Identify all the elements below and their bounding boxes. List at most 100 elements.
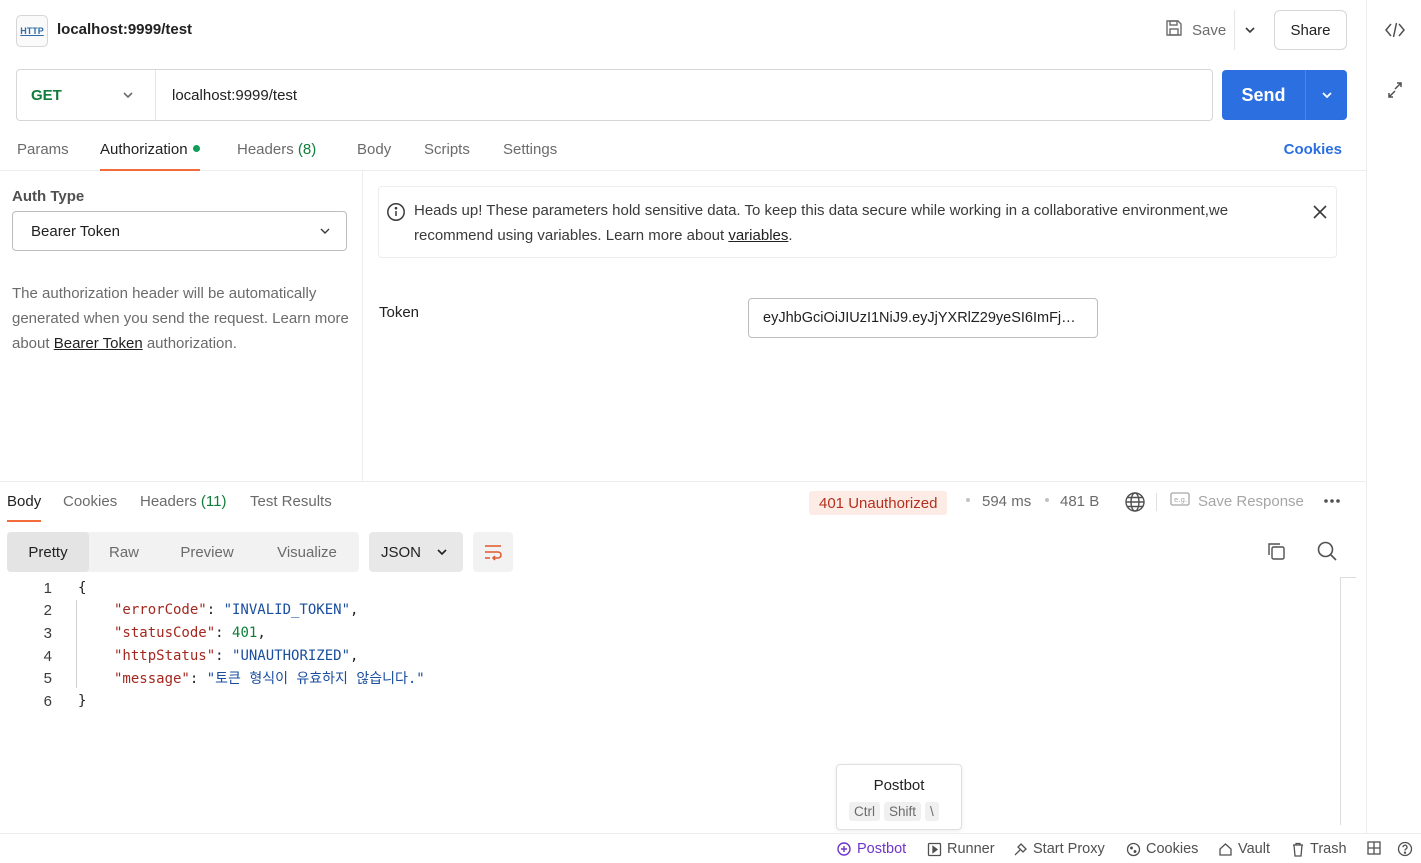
close-icon[interactable]: [1310, 202, 1330, 222]
key-backslash: \: [925, 802, 939, 821]
view-pretty[interactable]: Pretty: [7, 532, 89, 572]
response-tab-cookies[interactable]: Cookies: [63, 493, 117, 522]
response-body-code[interactable]: 1 { 2 "errorCode": "INVALID_TOKEN", 3 "s…: [0, 577, 1340, 827]
auth-type-label: Auth Type: [12, 188, 85, 205]
method-select[interactable]: GET: [17, 70, 156, 120]
view-raw[interactable]: Raw: [89, 532, 159, 572]
chevron-down-icon: [123, 92, 133, 99]
response-view-switcher: Pretty Raw Preview Visualize: [7, 532, 359, 572]
save-button[interactable]: Save: [1158, 10, 1232, 50]
trash-button[interactable]: Trash: [1291, 841, 1347, 857]
indent-guide: [76, 600, 77, 688]
tab-settings[interactable]: Settings: [503, 141, 557, 171]
url-input[interactable]: [156, 70, 1212, 120]
save-response-button[interactable]: e.g. Save Response: [1170, 491, 1304, 511]
tab-headers[interactable]: Headers (8): [237, 141, 316, 171]
save-icon: [1164, 18, 1184, 42]
view-preview[interactable]: Preview: [159, 532, 255, 572]
trash-icon: [1293, 842, 1303, 857]
help-icon[interactable]: [1397, 841, 1413, 857]
cookies-link[interactable]: Cookies: [1284, 141, 1342, 158]
json-key: "httpStatus": [114, 648, 216, 664]
json-value: "INVALID_TOKEN": [223, 602, 351, 618]
view-visualize[interactable]: Visualize: [255, 532, 359, 572]
proxy-icon: [1014, 842, 1027, 855]
example-icon: e.g.: [1170, 491, 1190, 511]
tab-headers-count: (8): [297, 141, 317, 158]
share-button[interactable]: Share: [1274, 10, 1347, 50]
runner-label: Runner: [947, 841, 995, 857]
status-bar: Postbot Runner Start Proxy Cookies Vault…: [0, 833, 1421, 863]
response-time[interactable]: 594 ms: [982, 493, 1031, 510]
more-options-icon[interactable]: [1322, 492, 1342, 513]
code-text: "errorCode": "INVALID_TOKEN",: [114, 602, 359, 618]
json-value: 401: [232, 625, 258, 641]
auth-description: The authorization header will be automat…: [12, 281, 352, 356]
send-options-dropdown[interactable]: [1306, 70, 1347, 120]
info-icon: [386, 202, 406, 225]
wrap-lines-button[interactable]: [473, 532, 513, 572]
auth-type-select[interactable]: Bearer Token: [12, 211, 347, 251]
tab-authorization[interactable]: Authorization: [100, 141, 200, 171]
status-badge[interactable]: 401 Unauthorized: [809, 491, 948, 515]
tab-scripts[interactable]: Scripts: [424, 141, 470, 171]
search-icon[interactable]: [1316, 540, 1338, 565]
start-proxy-button[interactable]: Start Proxy: [1013, 841, 1105, 857]
response-tab-test-results[interactable]: Test Results: [250, 493, 332, 522]
meta-separator: [1045, 498, 1049, 502]
format-select[interactable]: JSON: [369, 532, 463, 572]
save-label: Save: [1192, 21, 1227, 39]
json-value: "토큰 형식이 유효하지 않습니다.": [206, 671, 425, 687]
response-tabs: Body Cookies Headers (11) Test Results: [0, 482, 1366, 522]
copy-icon[interactable]: [1265, 540, 1287, 565]
vault-button[interactable]: Vault: [1218, 841, 1270, 857]
code-line: 2 "errorCode": "INVALID_TOKEN",: [0, 599, 1340, 621]
line-number: 6: [43, 692, 52, 710]
shortcut-keys: Ctrl Shift \: [849, 802, 939, 821]
response-tab-body[interactable]: Body: [7, 493, 42, 522]
code-text: }: [78, 693, 87, 709]
token-input[interactable]: eyJhbGciOiJIUzI1NiJ9.eyJjYXRlZ29yeSI6ImF…: [748, 298, 1098, 338]
format-value: JSON: [381, 543, 422, 561]
auth-type-value: Bearer Token: [31, 222, 120, 240]
related-collections-icon[interactable]: [1383, 78, 1407, 102]
tab-params[interactable]: Params: [17, 141, 69, 171]
tab-authorization-label: Authorization: [100, 141, 188, 158]
response-size[interactable]: 481 B: [1060, 493, 1099, 510]
layout-toggle-icon[interactable]: [1367, 841, 1381, 855]
cookie-icon: [1126, 842, 1141, 856]
runner-button[interactable]: Runner: [927, 841, 995, 857]
wrap-lines-icon: [485, 545, 502, 561]
code-text: "statusCode": 401,: [114, 625, 266, 641]
chevron-down-icon: [1321, 92, 1332, 99]
meta-separator: [966, 498, 970, 502]
variables-link[interactable]: variables: [728, 227, 788, 244]
url-bar: GET: [16, 69, 1213, 121]
chevron-down-icon: [320, 228, 330, 234]
tab-body[interactable]: Body: [357, 141, 391, 171]
save-options-dropdown[interactable]: [1234, 10, 1264, 50]
response-tab-headers[interactable]: Headers (11): [140, 493, 226, 522]
code-line: 6 }: [0, 690, 1340, 712]
request-title[interactable]: localhost:9999/test: [57, 21, 192, 38]
tooltip-title: Postbot: [873, 777, 925, 794]
method-label: GET: [31, 86, 62, 104]
postbot-button[interactable]: Postbot: [836, 841, 906, 857]
code-text: {: [78, 580, 87, 596]
cookies-label: Cookies: [1146, 841, 1199, 857]
code-snippet-icon[interactable]: [1383, 18, 1407, 42]
code-line: 3 "statusCode": 401,: [0, 622, 1340, 644]
line-number: 5: [43, 669, 52, 687]
line-number: 2: [43, 601, 52, 619]
send-button[interactable]: Send: [1222, 70, 1306, 120]
token-value: eyJhbGciOiJIUzI1NiJ9.eyJjYXRlZ29yeSI6ImF…: [763, 310, 1083, 326]
response-tab-headers-label: Headers: [140, 493, 197, 510]
chevron-down-icon: [1244, 27, 1255, 34]
scrollbar[interactable]: [1340, 577, 1341, 825]
globe-icon[interactable]: [1124, 491, 1146, 516]
start-proxy-label: Start Proxy: [1033, 841, 1105, 857]
bearer-token-link[interactable]: Bearer Token: [54, 335, 143, 352]
cookies-button[interactable]: Cookies: [1126, 841, 1198, 857]
vault-icon: [1219, 842, 1232, 856]
code-line: 4 "httpStatus": "UNAUTHORIZED",: [0, 645, 1340, 667]
